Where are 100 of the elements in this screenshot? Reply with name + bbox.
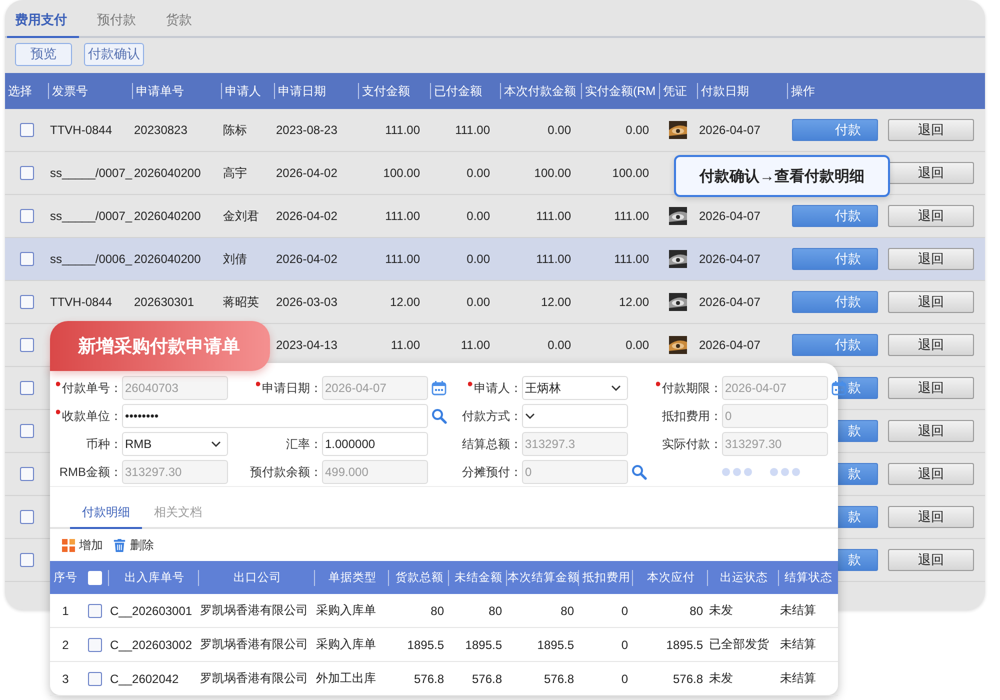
table-cell: 已全部发货 xyxy=(709,637,769,651)
checkbox[interactable] xyxy=(20,553,34,567)
chevron-icon[interactable] xyxy=(525,413,535,419)
column-header: 本次结算金额 xyxy=(508,570,580,585)
toolbar-button[interactable]: 付款确认 xyxy=(84,42,144,66)
checkbox[interactable] xyxy=(20,381,34,395)
return-button[interactable]: 退回 xyxy=(888,291,974,313)
table-cell: 0.00 xyxy=(548,338,571,352)
input-field[interactable]: 1.000000 xyxy=(322,432,428,456)
return-button[interactable]: 退回 xyxy=(888,248,974,270)
input-field[interactable]: 王炳林 xyxy=(522,376,628,400)
table-cell: 高宇 xyxy=(223,166,247,180)
checkbox[interactable] xyxy=(20,209,34,223)
table-cell: 80 xyxy=(488,604,502,618)
table-cell: 100.00 xyxy=(612,166,649,180)
table-cell: 80 xyxy=(690,604,703,618)
checkbox[interactable] xyxy=(20,338,34,352)
table-cell: 111.00 xyxy=(536,252,571,266)
column-header: 货款总额 xyxy=(396,570,444,585)
table-cell: 金刘君 xyxy=(223,208,259,222)
table-cell: 0 xyxy=(621,672,628,686)
dots-icon xyxy=(770,468,800,476)
column-header: 已付金额 xyxy=(434,84,482,98)
tab[interactable]: 货款 xyxy=(158,11,204,36)
table-cell: 罗凯埚香港有限公司 xyxy=(200,671,308,685)
trash-icon xyxy=(113,538,126,552)
table-cell: 0.00 xyxy=(466,295,490,309)
table-cell: 0.00 xyxy=(626,123,649,137)
table-cell: 蒋昭英 xyxy=(223,294,259,308)
table-cell: 2026-04-02 xyxy=(276,166,338,180)
table-cell: 80 xyxy=(430,604,444,618)
tab[interactable]: 付款明细 xyxy=(70,504,142,529)
field-label: RMB金额： xyxy=(58,464,122,480)
input-field[interactable]: RMB xyxy=(122,432,228,456)
table-cell: 2023-08-23 xyxy=(276,123,338,137)
toolbar-button[interactable]: 预览 xyxy=(15,42,72,66)
checkbox[interactable] xyxy=(20,123,34,137)
table-row[interactable]: TTVH-0844 20230823 陈标 2023-08-23 111.00 111.00 0.00 0.00 2026-04-07 付款 退回 xyxy=(5,109,985,152)
delete-button[interactable]: 删除 xyxy=(113,536,154,554)
checkbox[interactable] xyxy=(20,510,34,524)
search-icon[interactable] xyxy=(631,464,647,480)
return-button[interactable]: 退回 xyxy=(888,119,974,141)
column-header: 付款日期 xyxy=(701,84,749,98)
table-cell: 未发 xyxy=(709,603,733,617)
return-button[interactable]: 退回 xyxy=(888,420,974,442)
return-button[interactable]: 退回 xyxy=(888,205,974,227)
table-cell: 2026-04-07 xyxy=(699,338,760,352)
column-header: 结算状态 xyxy=(784,570,832,585)
tab[interactable]: 费用支付 xyxy=(7,11,79,38)
table-cell: 111.00 xyxy=(614,252,649,266)
return-button[interactable]: 退回 xyxy=(888,162,974,184)
return-button[interactable]: 退回 xyxy=(888,463,974,485)
checkbox[interactable] xyxy=(20,467,34,481)
field-label: 实际付款： xyxy=(661,436,722,452)
column-header: 抵扣费用 xyxy=(582,570,630,585)
table-cell: TTVH-0844 xyxy=(50,123,112,137)
table-cell: 11.00 xyxy=(390,338,420,352)
table-cell: 0.00 xyxy=(548,123,571,137)
input-field[interactable] xyxy=(522,404,628,428)
checkbox[interactable] xyxy=(20,295,34,309)
table-cell: 陈标 xyxy=(223,122,247,136)
calendar-icon[interactable] xyxy=(831,380,847,396)
table-cell: 12.00 xyxy=(540,295,571,309)
table-row[interactable]: ss_____/0006_2026040200 刘倩 2026-04-02 111.00 0.00 111.00 111.00 2026-04-07 付款 退回 xyxy=(5,238,985,281)
table-cell: 111.00 xyxy=(385,123,420,137)
field-label: 结算总额： xyxy=(461,436,522,452)
table-row[interactable]: ss_____/0007_2026040200 金刘君 2026-04-02 111.00 0.00 111.00 111.00 2026-04-07 付款 退回 xyxy=(5,195,985,238)
table-cell: 刘倩 xyxy=(223,252,247,266)
tab[interactable]: 预付款 xyxy=(89,11,148,36)
return-button[interactable]: 退回 xyxy=(888,506,974,528)
checkbox[interactable] xyxy=(88,638,102,652)
return-button[interactable]: 退回 xyxy=(888,377,974,399)
table-cell: 2026-04-07 xyxy=(699,295,760,309)
table-cell: 采购入库单 xyxy=(316,637,376,651)
input-field[interactable]: •••••••• xyxy=(122,404,428,428)
column-header: 单据类型 xyxy=(328,570,376,585)
column-header: 申请人 xyxy=(225,84,261,98)
checkbox[interactable] xyxy=(20,166,34,180)
checkbox[interactable] xyxy=(88,604,102,618)
checkbox[interactable] xyxy=(88,672,102,686)
checkbox[interactable] xyxy=(20,424,34,438)
return-button[interactable]: 退回 xyxy=(888,334,974,356)
search-icon[interactable] xyxy=(431,408,447,424)
checkbox[interactable] xyxy=(20,252,34,266)
return-button[interactable]: 退回 xyxy=(888,549,974,571)
calendar-icon[interactable] xyxy=(431,380,447,396)
table-cell: 2026040200 xyxy=(134,166,201,180)
table-cell: 2026-04-02 xyxy=(276,209,338,223)
chevron-icon[interactable] xyxy=(211,441,221,447)
add-button[interactable]: 增加 xyxy=(62,536,103,554)
table-cell: 外加工出库 xyxy=(316,671,376,685)
chevron-icon[interactable] xyxy=(611,385,621,391)
dialog-title: 新增采购付款申请单 xyxy=(50,321,270,371)
table-cell: 采购入库单 xyxy=(316,603,376,617)
dots-icon xyxy=(722,468,752,476)
table-cell: 未结算 xyxy=(780,637,816,651)
row-number: 1 xyxy=(62,604,69,618)
row-number: 3 xyxy=(62,672,69,686)
table-row[interactable]: TTVH-0844 202630301 蒋昭英 2026-03-03 12.00 0.00 12.00 12.00 2026-04-07 付款 退回 xyxy=(5,281,985,324)
table-cell: C__202603001 xyxy=(110,604,192,618)
